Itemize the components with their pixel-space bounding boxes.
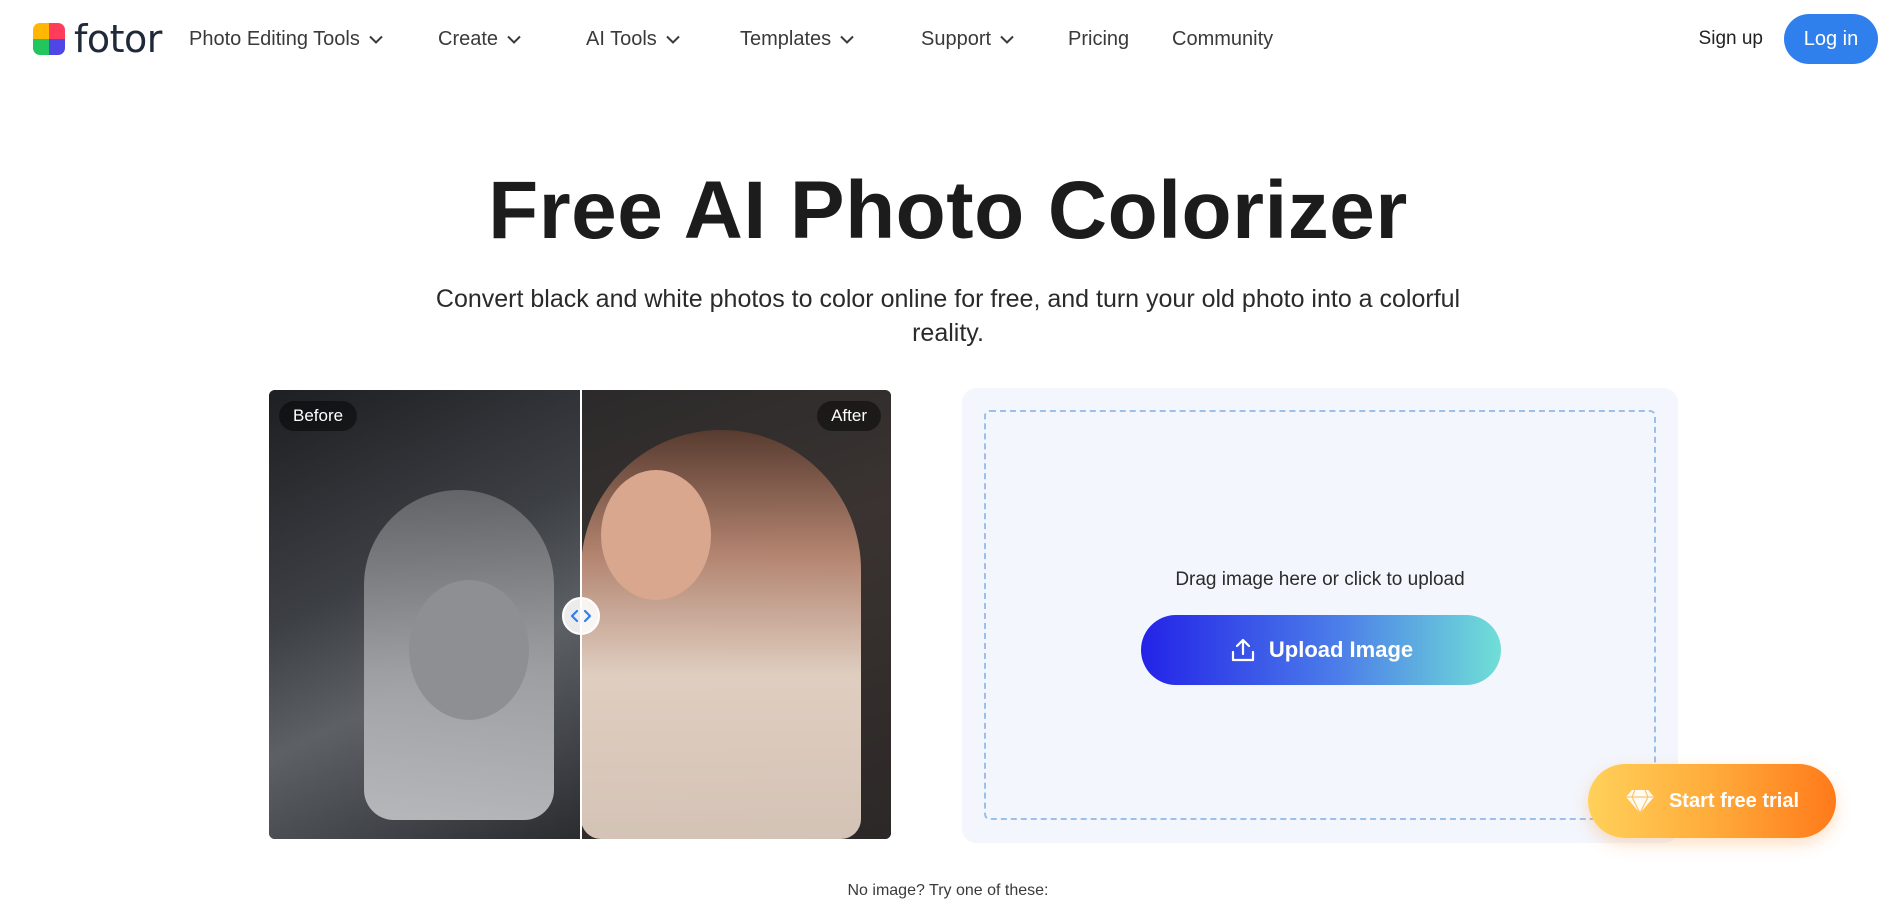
nav-ai-tools[interactable]: AI Tools (586, 28, 740, 51)
upload-panel: Drag image here or click to upload Uploa… (962, 388, 1678, 843)
upload-image-button[interactable]: Upload Image (1141, 615, 1501, 685)
sample-images-prompt: No image? Try one of these: (847, 882, 1049, 899)
nav-label: Pricing (1068, 27, 1130, 50)
sign-up-link[interactable]: Sign up (1699, 28, 1763, 50)
page-title: Free AI Photo Colorizer (488, 165, 1408, 256)
nav-create[interactable]: Create (438, 28, 586, 51)
chevron-down-icon (369, 35, 383, 44)
upload-dropzone[interactable]: Drag image here or click to upload Uploa… (984, 410, 1656, 820)
chevron-down-icon (840, 35, 854, 44)
fotor-logo[interactable]: fotor (33, 20, 162, 58)
left-right-arrows-icon (562, 597, 600, 635)
nav-photo-editing-tools[interactable]: Photo Editing Tools (189, 28, 438, 51)
drop-instructions: Drag image here or click to upload (1175, 569, 1465, 590)
nav-label: Templates (740, 27, 832, 50)
comparison-slider-handle[interactable] (562, 597, 600, 635)
start-free-trial-button[interactable]: Start free trial (1588, 764, 1836, 838)
main-nav: Photo Editing Tools Create AI Tools Temp… (189, 24, 1273, 54)
upload-button-label: Upload Image (1268, 637, 1414, 662)
nav-label: Support (921, 27, 992, 50)
nav-templates[interactable]: Templates (740, 28, 921, 51)
nav-label: Photo Editing Tools (189, 27, 360, 50)
upload-icon (1231, 638, 1254, 662)
fotor-logo-icon (33, 23, 65, 55)
trial-label: Start free trial (1668, 789, 1800, 812)
auth-controls: Sign up Log in (1699, 14, 1878, 64)
chevron-down-icon (1000, 35, 1014, 44)
page-subtitle: Convert black and white photos to color … (435, 285, 1461, 347)
nav-community[interactable]: Community (1172, 28, 1273, 51)
nav-pricing[interactable]: Pricing (1068, 28, 1172, 51)
nav-label: Create (438, 27, 499, 50)
nav-support[interactable]: Support (921, 28, 1068, 51)
diamond-icon (1625, 789, 1654, 814)
log-in-button[interactable]: Log in (1784, 14, 1878, 64)
site-header: fotor Photo Editing Tools Create AI Tool… (0, 0, 1896, 78)
before-label: Before (279, 401, 358, 431)
chevron-down-icon (666, 35, 680, 44)
before-image (269, 390, 581, 839)
nav-label: Community (1172, 27, 1274, 50)
chevron-down-icon (507, 35, 521, 44)
after-label: After (817, 401, 881, 431)
after-image (581, 390, 891, 839)
nav-label: AI Tools (586, 27, 657, 50)
logo-text: fotor (74, 17, 162, 61)
